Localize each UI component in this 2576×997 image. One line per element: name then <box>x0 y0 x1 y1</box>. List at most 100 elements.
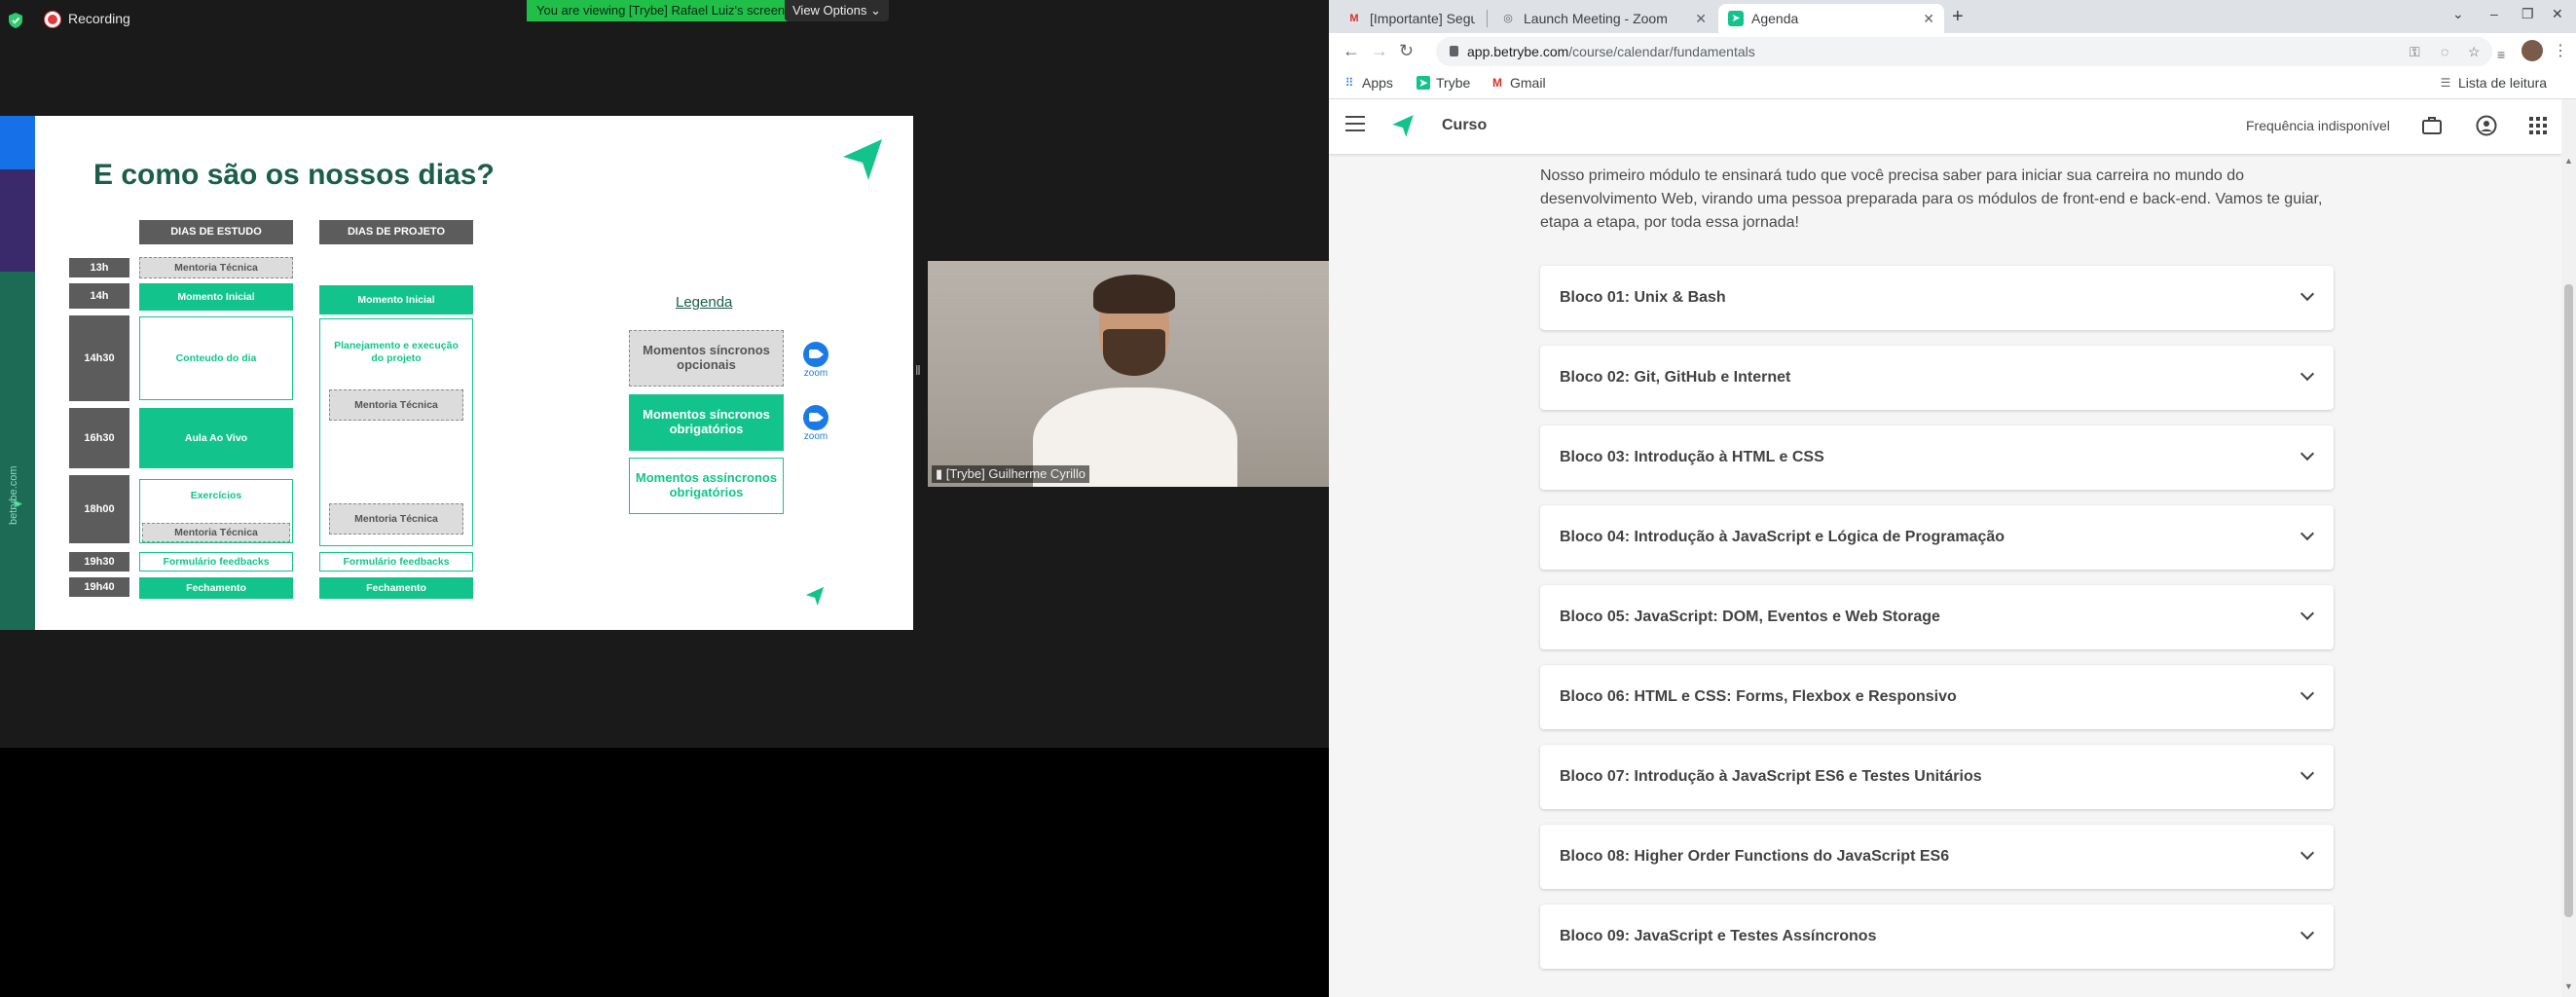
eye-off-icon[interactable]: ◌ <box>2441 44 2448 59</box>
hamburger-line <box>1345 129 1365 131</box>
chevron-down-icon <box>2300 925 2315 941</box>
url-path: /course/calendar/fundamentals <box>1568 44 1755 59</box>
key-icon[interactable]: ⚿ <box>2410 44 2420 60</box>
chevron-down-icon <box>2300 286 2315 302</box>
tab-title: [Importante] Segunda é d <box>1370 11 1475 26</box>
time-label: 18h00 <box>69 475 129 543</box>
bookmark-apps[interactable]: ⠿ Apps <box>1343 75 1393 91</box>
signal-icon: ▮ <box>936 466 946 481</box>
participant-video[interactable]: ▮ [Trybe] Guilherme Cyrillo <box>928 261 1329 487</box>
col-project-header: DIAS DE PROJETO <box>319 220 473 244</box>
chevron-down-icon <box>2300 765 2315 781</box>
zoom-empty-area <box>0 748 1329 997</box>
block-accordion[interactable]: Bloco 08: Higher Order Functions do Java… <box>1540 825 2334 889</box>
view-options-button[interactable]: View Options ⌄ <box>785 0 889 21</box>
scroll-down-icon[interactable]: ▼ <box>2564 981 2573 991</box>
slide-side-text: betrybe.com <box>8 465 19 525</box>
tab-agenda[interactable]: ➤ Agenda ✕ <box>1718 4 1944 33</box>
block-accordion[interactable]: Bloco 04: Introdução à JavaScript e Lógi… <box>1540 505 2334 570</box>
project-momento-inicial: Momento Inicial <box>319 285 473 314</box>
account-icon[interactable] <box>2475 114 2498 137</box>
tab-zoom[interactable]: ◎ Launch Meeting - Zoom ✕ <box>1490 4 1716 33</box>
profile-avatar[interactable] <box>2521 40 2543 61</box>
briefcase-icon[interactable] <box>2420 114 2444 137</box>
restore-icon[interactable]: ❐ <box>2521 6 2534 22</box>
block-title: Bloco 05: JavaScript: DOM, Eventos e Web… <box>1560 609 1940 625</box>
project-mentoria-b: Mentoria Técnica <box>329 503 463 535</box>
page-content: Curso Frequência indisponível Nosso prim… <box>1329 99 2576 997</box>
panel-resize-handle[interactable]: ‖ <box>915 362 921 386</box>
legend-opcionais: Momentos síncronos opcionais <box>629 330 784 387</box>
study-conteudo: Conteudo do dia <box>139 316 293 400</box>
stripe-purple <box>0 169 35 272</box>
slide-title: E como são os nossos dias? <box>93 159 495 191</box>
trybe-icon: ➤ <box>1728 11 1744 26</box>
star-icon[interactable]: ☆ <box>2468 44 2481 60</box>
app-title: Curso <box>1442 117 1488 133</box>
block-accordion[interactable]: Bloco 02: Git, GitHub e Internet <box>1540 346 2334 410</box>
forward-icon[interactable]: → <box>1371 41 1388 61</box>
reading-list[interactable]: ☰ Lista de leitura <box>2439 75 2547 91</box>
browser-toolbar: ← → ↻ app.betrybe.com/course/calendar/fu… <box>1329 33 2576 70</box>
close-icon[interactable]: ✕ <box>1923 11 1934 27</box>
frequency-status: Frequência indisponível <box>2246 118 2390 133</box>
block-accordion[interactable]: Bloco 05: JavaScript: DOM, Eventos e Web… <box>1540 585 2334 649</box>
tab-gmail[interactable]: M [Importante] Segunda é d <box>1337 4 1485 33</box>
media-icon[interactable]: ≡ <box>2497 47 2505 62</box>
bookmark-gmail[interactable]: M Gmail <box>1490 75 1546 91</box>
participant-name-tag: ▮ [Trybe] Guilherme Cyrillo <box>932 465 1090 483</box>
block-title: Bloco 03: Introdução à HTML e CSS <box>1560 449 1824 465</box>
tab-search-icon[interactable]: ⌄ <box>2452 6 2464 22</box>
time-label: 19h30 <box>69 552 129 572</box>
study-formulario: Formulário feedbacks <box>139 552 293 572</box>
camera-icon <box>803 405 828 430</box>
new-tab-icon[interactable]: + <box>1952 6 1964 28</box>
recording-icon[interactable] <box>45 12 60 27</box>
url-host: app.betrybe.com <box>1467 44 1569 59</box>
reload-icon[interactable]: ↻ <box>1399 41 1414 61</box>
apps-grid-icon: ⠿ <box>1344 76 1354 90</box>
chevron-down-icon: ⌄ <box>869 3 881 18</box>
project-formulario: Formulário feedbacks <box>319 552 473 572</box>
more-icon[interactable]: ⋮ <box>2553 41 2568 60</box>
module-intro: Nosso primeiro módulo te ensinará tudo q… <box>1540 167 2323 231</box>
address-bar[interactable]: app.betrybe.com/course/calendar/fundamen… <box>1436 37 2492 66</box>
close-icon[interactable]: ✕ <box>1695 11 1707 27</box>
bookmark-label: Gmail <box>1510 75 1546 91</box>
time-label: 16h30 <box>69 408 129 468</box>
scroll-up-icon[interactable]: ▲ <box>2564 156 2573 166</box>
camera-icon <box>803 342 828 367</box>
person-hair <box>1093 275 1175 314</box>
block-title: Bloco 01: Unix & Bash <box>1560 289 1726 306</box>
block-title: Bloco 09: JavaScript e Testes Assíncrono… <box>1560 928 1877 944</box>
time-label: 14h <box>69 283 129 309</box>
block-title: Bloco 02: Git, GitHub e Internet <box>1560 369 1791 386</box>
stripe-blue <box>0 116 35 169</box>
chevron-down-icon <box>2300 606 2315 621</box>
shield-icon[interactable] <box>8 12 23 29</box>
url-text[interactable]: app.betrybe.com/course/calendar/fundamen… <box>1467 44 1755 59</box>
view-options-label: View Options <box>792 3 867 18</box>
lock-icon[interactable] <box>1450 46 1458 56</box>
reading-list-icon: ☰ <box>2440 76 2451 90</box>
block-accordion[interactable]: Bloco 03: Introdução à HTML e CSS <box>1540 425 2334 490</box>
back-icon[interactable]: ← <box>1343 41 1360 61</box>
project-mentoria-a: Mentoria Técnica <box>329 389 463 421</box>
bookmark-trybe[interactable]: ➤ Trybe <box>1417 75 1470 91</box>
chevron-down-icon <box>2300 685 2315 701</box>
legend-assincronos: Momentos assíncronos obrigatórios <box>629 458 784 514</box>
page-scrollbar[interactable]: ▲ ▼ <box>2561 99 2576 997</box>
window-close-icon[interactable]: ✕ <box>2552 6 2563 22</box>
block-accordion[interactable]: Bloco 07: Introdução à JavaScript ES6 e … <box>1540 745 2334 809</box>
block-accordion[interactable]: Bloco 09: JavaScript e Testes Assíncrono… <box>1540 905 2334 969</box>
block-accordion[interactable]: Bloco 06: HTML e CSS: Forms, Flexbox e R… <box>1540 665 2334 729</box>
chevron-down-icon <box>2300 845 2315 861</box>
study-mentoria-18h: Mentoria Técnica <box>142 523 290 542</box>
minimize-icon[interactable]: – <box>2490 6 2498 21</box>
hamburger-menu-icon[interactable] <box>1345 116 1365 131</box>
trybe-logo-icon[interactable] <box>1389 113 1417 140</box>
bookmark-label: Trybe <box>1436 75 1471 91</box>
apps-grid-icon[interactable] <box>2526 114 2550 137</box>
block-accordion[interactable]: Bloco 01: Unix & Bash <box>1540 266 2334 330</box>
scroll-thumb[interactable] <box>2564 284 2573 917</box>
